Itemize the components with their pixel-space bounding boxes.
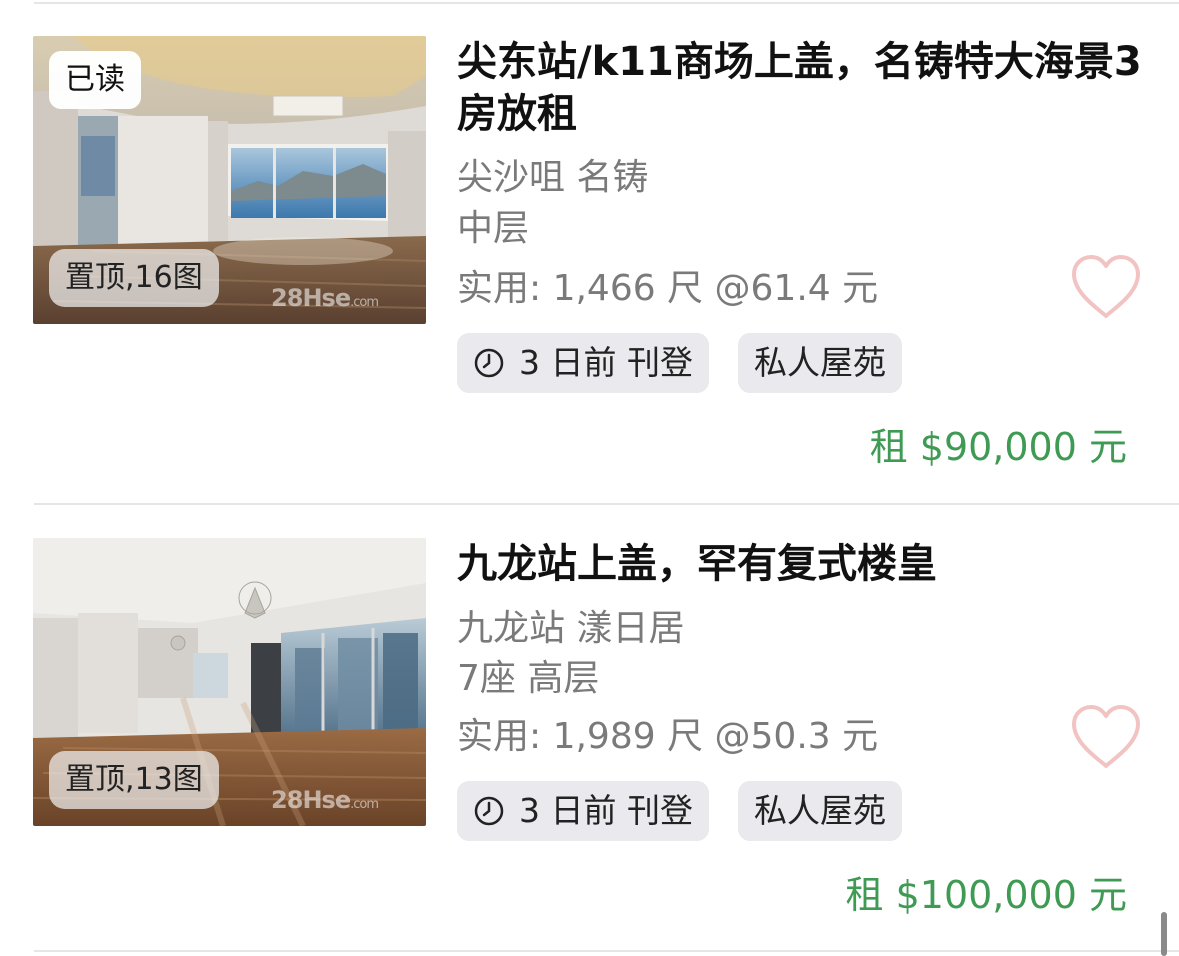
rent-price: 租 $90,000 元 <box>869 425 1127 469</box>
district-estate: 尖沙咀 名铸 <box>457 157 649 198</box>
scrollbar[interactable] <box>1161 912 1167 956</box>
divider <box>34 950 1179 952</box>
posted-time-tag: 3 日前 刊登 <box>457 781 709 841</box>
listing-photo[interactable]: 置顶,13图 28Hse.com <box>33 538 426 826</box>
photo-count-badge: 置顶,13图 <box>49 751 219 809</box>
posted-time-label: 3 日前 刊登 <box>519 791 693 830</box>
watermark: 28Hse.com <box>271 284 379 312</box>
listing-title[interactable]: 尖东站/k11商场上盖，名铸特大海景3房放租 <box>457 36 1157 140</box>
floor-level: 中层 <box>457 208 530 249</box>
property-type-tag: 私人屋苑 <box>738 333 902 393</box>
photo-count-badge: 置顶,16图 <box>49 249 219 307</box>
divider <box>34 2 1179 4</box>
property-type-tag: 私人屋苑 <box>738 781 902 841</box>
posted-time-tag: 3 日前 刊登 <box>457 333 709 393</box>
read-badge: 已读 <box>49 51 141 109</box>
district-estate: 九龙站 漾日居 <box>457 608 685 649</box>
listing-page: 已读 置顶,16图 28Hse.com 尖东站/k11商场上盖，名铸特大海景3房… <box>0 0 1179 956</box>
watermark: 28Hse.com <box>271 786 379 814</box>
listing-card[interactable]: 已读 置顶,16图 28Hse.com 尖东站/k11商场上盖，名铸特大海景3房… <box>0 36 1179 486</box>
clock-icon <box>474 348 504 378</box>
area-price-per-foot: 实用: 1,466 尺 @61.4 元 <box>457 268 879 309</box>
rent-price: 租 $100,000 元 <box>845 873 1127 917</box>
area-price-per-foot: 实用: 1,989 尺 @50.3 元 <box>457 716 879 757</box>
floor-level: 7座 高层 <box>457 658 600 699</box>
heart-outline-icon[interactable] <box>1070 254 1142 320</box>
listing-title[interactable]: 九龙站上盖，罕有复式楼皇 <box>457 538 1157 590</box>
clock-icon <box>474 796 504 826</box>
listing-card[interactable]: 置顶,13图 28Hse.com 九龙站上盖，罕有复式楼皇 九龙站 漾日居 7座… <box>0 538 1179 956</box>
listing-photo[interactable]: 已读 置顶,16图 28Hse.com <box>33 36 426 324</box>
posted-time-label: 3 日前 刊登 <box>519 343 693 382</box>
heart-outline-icon[interactable] <box>1070 704 1142 770</box>
divider <box>34 503 1179 505</box>
